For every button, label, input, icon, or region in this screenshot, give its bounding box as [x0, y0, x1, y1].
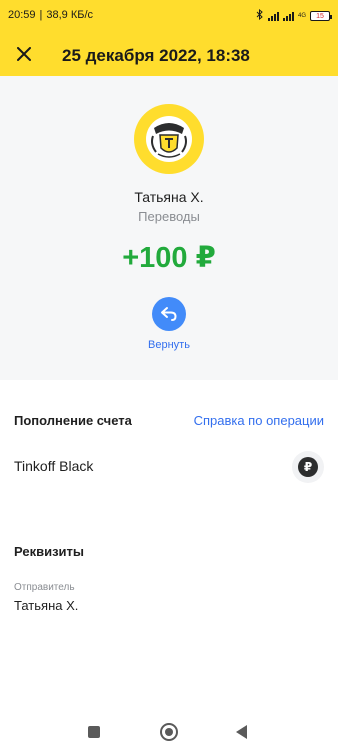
battery-level: 15 [316, 12, 324, 20]
status-right: 4G 15 [256, 8, 332, 23]
back-icon[interactable] [236, 725, 247, 739]
currency-symbol: ₽ [298, 457, 318, 477]
requisites-title: Реквизиты [14, 544, 84, 559]
ruble-currency-icon: ₽ [292, 451, 324, 483]
sender-value: Татьяна Х. [14, 598, 79, 613]
network-type: 4G [297, 13, 306, 19]
refund-button[interactable]: Вернуть [139, 297, 199, 351]
status-left: 20:59 | 38,9 КБ/с [8, 9, 93, 21]
section-title: Пополнение счета [14, 413, 132, 428]
status-speed: 38,9 КБ/с [46, 9, 94, 21]
battery-icon: 15 [310, 11, 332, 21]
operation-help-link[interactable]: Справка по операции [194, 413, 324, 428]
status-bar: 20:59 | 38,9 КБ/с 4G 15 [0, 0, 338, 36]
home-icon[interactable] [160, 723, 178, 741]
refund-label: Вернуть [148, 339, 190, 351]
bluetooth-icon [256, 8, 264, 23]
operation-summary: Татьяна Х. Переводы +100 ₽ Вернуть [0, 76, 338, 380]
close-icon [17, 46, 31, 66]
close-button[interactable] [0, 36, 48, 76]
bank-logo-icon [134, 104, 204, 174]
system-navigation-bar [0, 712, 338, 752]
account-name: Tinkoff Black [14, 458, 94, 474]
signal-icon [267, 11, 279, 21]
recent-apps-icon[interactable] [88, 726, 100, 738]
refund-icon [152, 297, 186, 331]
counterparty-name: Татьяна Х. [134, 189, 204, 205]
sender-label: Отправитель [14, 582, 75, 593]
operation-amount: +100 ₽ [122, 242, 216, 274]
signal-icon [282, 11, 294, 21]
operation-category: Переводы [138, 209, 200, 224]
page-title: 25 декабря 2022, 18:38 [62, 46, 250, 65]
status-divider: | [39, 9, 43, 21]
app-bar: 25 декабря 2022, 18:38 [0, 36, 338, 76]
status-time: 20:59 [8, 9, 36, 21]
